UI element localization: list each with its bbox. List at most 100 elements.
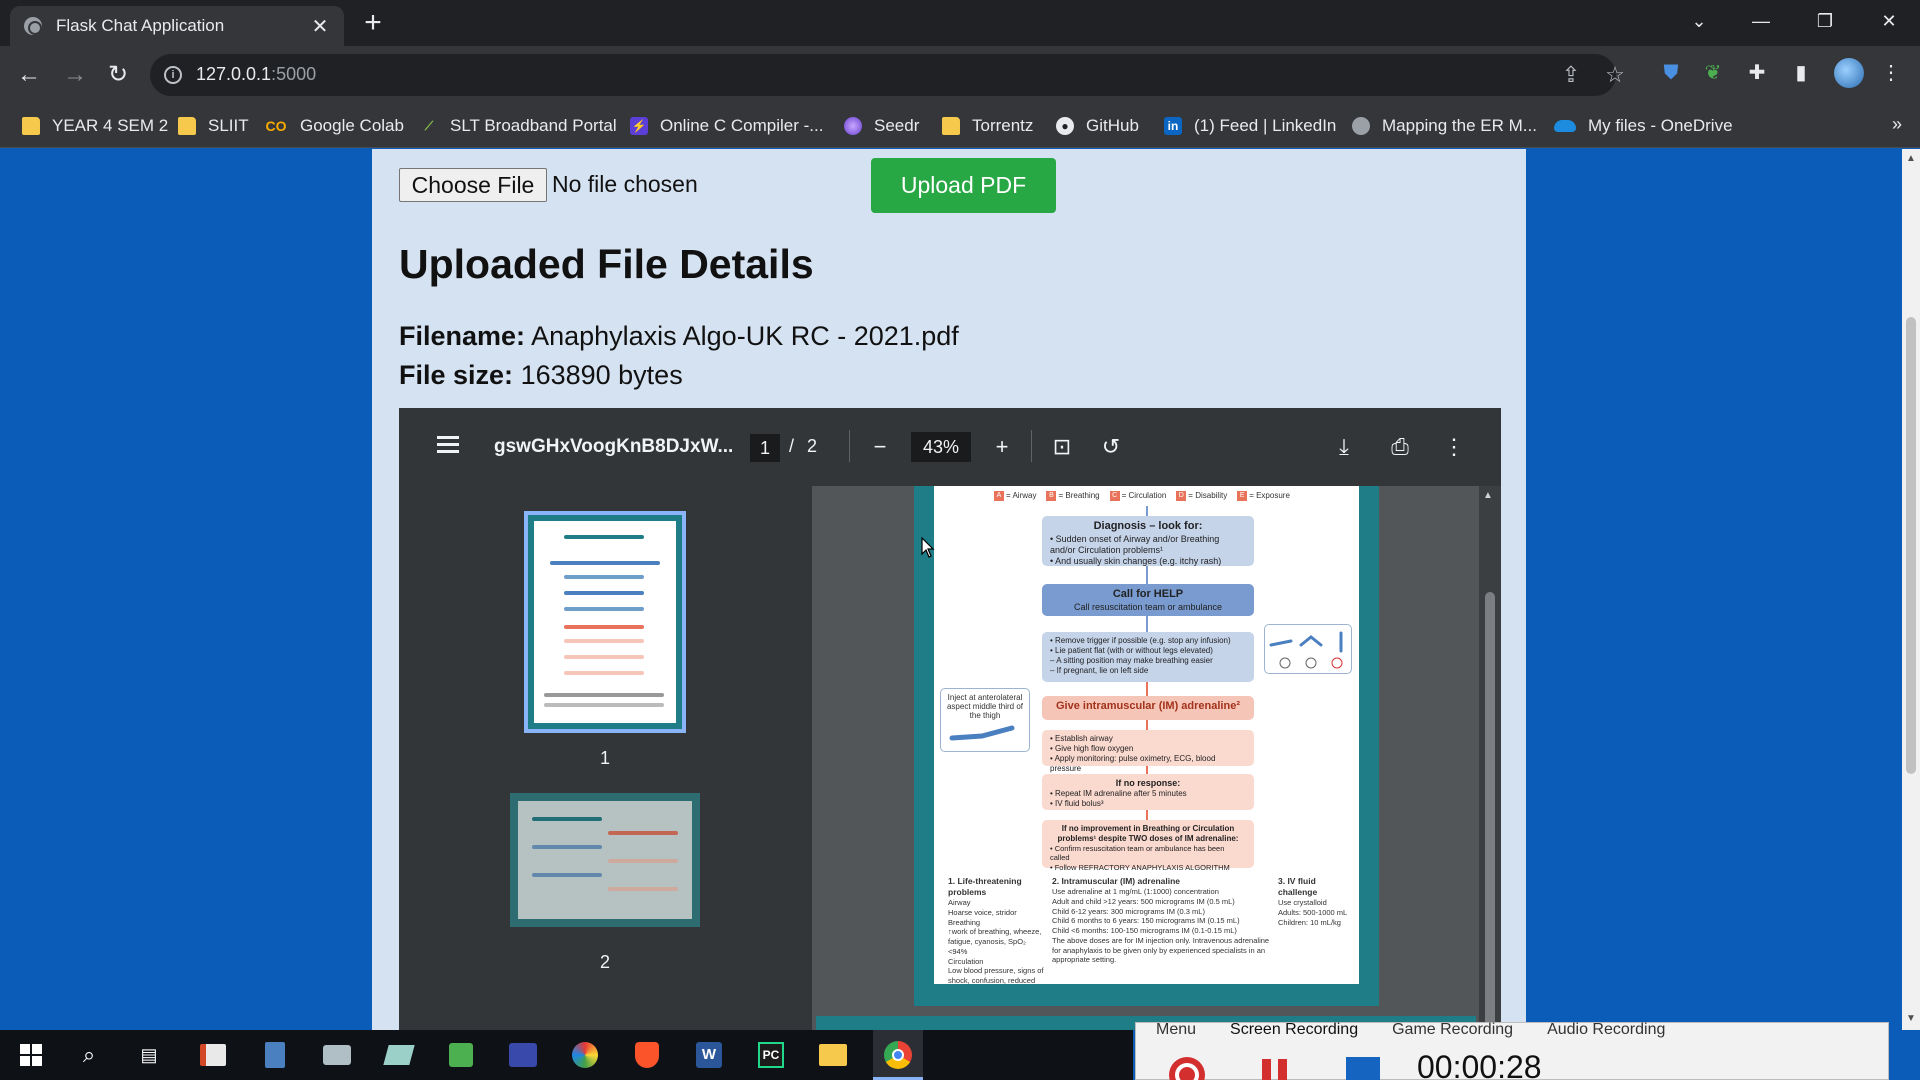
thumbnail-line xyxy=(564,655,644,659)
pdf-scroll-thumb[interactable] xyxy=(1485,592,1495,1030)
minimize-button[interactable]: — xyxy=(1738,0,1784,42)
extension-badge-icon[interactable]: ⛊ xyxy=(1656,58,1686,88)
scroll-down-icon[interactable]: ▼ xyxy=(1906,1013,1916,1024)
url-text[interactable]: 127.0.0.1:5000 xyxy=(196,64,316,85)
share-icon[interactable]: ⇪ xyxy=(1558,62,1584,88)
pdf-document-name: gswGHxVoogKnB8DJxW... xyxy=(494,436,734,457)
choose-file-button[interactable]: Choose File xyxy=(399,168,547,202)
restore-button[interactable]: ❐ xyxy=(1802,0,1848,42)
print-icon[interactable]: ⎙ xyxy=(1385,432,1415,462)
zoom-input[interactable]: 43% xyxy=(911,432,971,462)
close-window-button[interactable]: ✕ xyxy=(1866,0,1912,42)
calculator-icon[interactable] xyxy=(258,1038,292,1072)
extensions-puzzle-icon[interactable]: ✚ xyxy=(1742,58,1772,88)
page-2-thumbnail[interactable] xyxy=(510,793,700,927)
bookmark-item[interactable]: My files - OneDrive xyxy=(1554,113,1733,139)
menu-icon[interactable] xyxy=(433,432,463,462)
app-icon[interactable] xyxy=(382,1038,416,1072)
app-icon[interactable] xyxy=(320,1038,354,1072)
close-tab-icon[interactable]: ✕ xyxy=(310,14,330,39)
injection-site-box: Inject at anterolateral aspect middle th… xyxy=(940,688,1030,752)
zoom-in-icon[interactable]: + xyxy=(987,432,1017,462)
thumbnail-line xyxy=(564,575,644,579)
reload-icon[interactable]: ↻ xyxy=(101,58,135,92)
back-icon[interactable]: ← xyxy=(12,58,46,92)
globe-icon xyxy=(1352,117,1370,135)
bookmark-item[interactable]: ⚡ Online C Compiler -... xyxy=(630,113,823,139)
recorder-tab-menu[interactable]: Menu xyxy=(1156,1021,1196,1039)
pdf-page-area: A = Airway B = Breathing C = Circulation D =… xyxy=(812,486,1501,1030)
more-options-icon[interactable]: ⋮ xyxy=(1439,432,1469,462)
forward-icon[interactable]: → xyxy=(58,58,92,92)
thumbnail-sidebar: 1 2 xyxy=(399,486,812,1030)
upload-pdf-button[interactable]: Upload PDF xyxy=(871,158,1056,213)
chrome-icon[interactable] xyxy=(881,1038,915,1072)
no-file-text: No file chosen xyxy=(552,171,698,197)
page-1-thumbnail[interactable] xyxy=(524,511,686,733)
browser-tab[interactable]: Flask Chat Application ✕ xyxy=(10,6,344,46)
windows-start-icon[interactable] xyxy=(14,1038,48,1072)
bookmark-item[interactable]: CO Google Colab xyxy=(264,113,404,139)
word-icon[interactable]: W xyxy=(692,1038,726,1072)
record-icon[interactable] xyxy=(1166,1051,1208,1080)
page-number-input[interactable]: 1 xyxy=(750,434,780,462)
note-life-threatening: 1. Life-threatening problems Airway Hoar… xyxy=(948,876,1044,984)
bookmark-item[interactable]: YEAR 4 SEM 2 xyxy=(22,113,168,139)
download-icon[interactable]: ⤓ xyxy=(1329,432,1359,462)
pycharm-icon[interactable]: PC xyxy=(754,1038,788,1072)
recorder-tab-screen[interactable]: Screen Recording xyxy=(1230,1021,1358,1039)
toolbar-divider xyxy=(1031,430,1032,462)
side-panel-icon[interactable]: ▮ xyxy=(1786,58,1816,88)
page-scroll-thumb[interactable] xyxy=(1906,317,1916,774)
extension-leaf-icon[interactable]: ❦ xyxy=(1698,58,1728,88)
page-separator: / xyxy=(789,436,795,456)
bookmark-star-icon[interactable]: ☆ xyxy=(1602,62,1628,88)
pause-icon[interactable] xyxy=(1254,1051,1296,1080)
pdf-scrollbar[interactable]: ▲ xyxy=(1479,486,1501,1030)
page-scrollbar[interactable]: ▲ ▼ xyxy=(1902,149,1920,1030)
recorder-tab-audio[interactable]: Audio Recording xyxy=(1547,1021,1665,1039)
browser-tab-bar: Flask Chat Application ✕ + ⌄ — ❐ ✕ xyxy=(0,0,1920,46)
recorder-tab-game[interactable]: Game Recording xyxy=(1392,1021,1513,1039)
app-icon[interactable] xyxy=(444,1038,478,1072)
recorder-tabs: Menu Screen Recording Game Recording Aud… xyxy=(1156,1021,1665,1039)
bookmark-item[interactable]: SLIIT xyxy=(178,113,249,139)
more-bookmarks-icon[interactable]: » xyxy=(1892,114,1902,135)
page-total: 2 xyxy=(807,436,818,456)
new-tab-button[interactable]: + xyxy=(358,8,388,38)
tab-title: Flask Chat Application xyxy=(56,16,225,35)
filesize-value: 163890 bytes xyxy=(520,360,683,390)
app-icon[interactable] xyxy=(196,1038,230,1072)
app-icon[interactable] xyxy=(568,1038,602,1072)
legend-item: C = Circulation xyxy=(1109,491,1166,501)
bookmark-item[interactable]: ⟋ SLT Broadband Portal xyxy=(420,113,617,139)
bookmark-item[interactable]: Torrentz xyxy=(942,113,1033,139)
fit-page-icon[interactable]: ⊡ xyxy=(1047,432,1077,462)
bookmark-item[interactable]: Seedr xyxy=(844,113,919,139)
browser-menu-icon[interactable]: ⋮ xyxy=(1876,58,1906,88)
scroll-up-icon[interactable]: ▲ xyxy=(1483,490,1493,501)
bookmarks-bar: YEAR 4 SEM 2 SLIIT CO Google Colab ⟋ SLT B… xyxy=(0,104,1920,148)
address-bar[interactable]: i 127.0.0.1:5000 ⇪ ☆ xyxy=(150,54,1625,96)
bookmark-item[interactable]: ● GitHub xyxy=(1056,113,1139,139)
thumbnail-line xyxy=(608,831,678,835)
pdf-page-content: A = Airway B = Breathing C = Circulation D =… xyxy=(934,486,1359,984)
app-icon[interactable] xyxy=(506,1038,540,1072)
task-view-icon[interactable]: ▤ xyxy=(132,1038,166,1072)
no-improvement-box: If no improvement in Breathing or Circul… xyxy=(1042,820,1254,872)
bookmark-item[interactable]: Mapping the ER M... xyxy=(1352,113,1537,139)
tab-search-icon[interactable]: ⌄ xyxy=(1676,0,1722,42)
brave-icon[interactable] xyxy=(630,1038,664,1072)
search-icon[interactable]: ⌕ xyxy=(72,1038,106,1072)
file-explorer-icon[interactable] xyxy=(816,1038,850,1072)
stop-icon[interactable] xyxy=(1342,1051,1384,1080)
site-info-icon[interactable]: i xyxy=(164,66,182,84)
profile-avatar[interactable] xyxy=(1834,58,1864,88)
thumbnail-line xyxy=(564,671,644,675)
zoom-out-icon[interactable]: − xyxy=(865,432,895,462)
onedrive-icon xyxy=(1554,120,1576,132)
thumbnail-label-2: 2 xyxy=(599,952,610,972)
scroll-up-icon[interactable]: ▲ xyxy=(1906,153,1916,164)
bookmark-item[interactable]: in (1) Feed | LinkedIn xyxy=(1164,113,1336,139)
rotate-icon[interactable]: ↺ xyxy=(1096,432,1126,462)
